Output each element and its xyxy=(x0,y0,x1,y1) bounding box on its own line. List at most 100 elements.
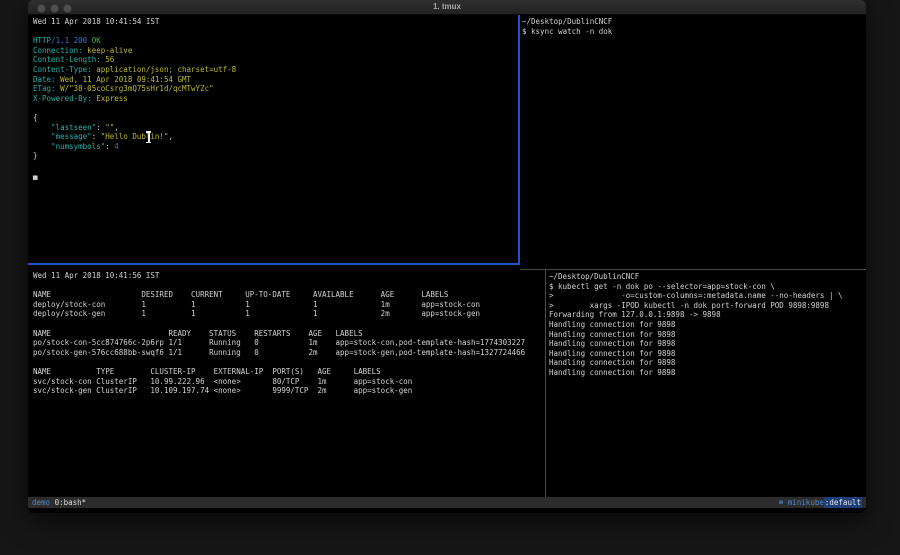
terminal-line xyxy=(33,103,523,113)
terminal-line: NAME READY STATUS RESTARTS AGE LABELS xyxy=(33,329,550,339)
terminal-text-segment: > xargs -IPOD kubectl -n dok port-forwar… xyxy=(549,301,829,310)
terminal-line xyxy=(33,161,523,171)
terminal-text-segment: : xyxy=(96,123,105,132)
terminal-line: $ kubectl get -n dok po --selector=app=s… xyxy=(549,282,869,292)
terminal-text-segment: , xyxy=(114,123,119,132)
terminal-text-segment: Handling connection for 9898 xyxy=(549,330,675,339)
text-ibeam-cursor xyxy=(148,132,150,142)
desktop-background: 1. tmux Wed 11 Apr 2018 10:41:54 ISTHTTP… xyxy=(0,0,900,555)
terminal-text-segment: { xyxy=(33,113,38,122)
terminal-text-segment: W/"38-05coCsrg3mQ75sHr1d/qcMTwYZc" xyxy=(56,84,214,93)
terminal-text-segment: /1.1 200 xyxy=(51,36,92,45)
terminal-text-segment: Express xyxy=(92,94,128,103)
terminal-text-segment: keep-alive xyxy=(83,46,133,55)
terminal-line: Handling connection for 9898 xyxy=(549,330,869,340)
terminal-text-segment: Handling connection for 9898 xyxy=(549,339,675,348)
k8s-context-label: minikube xyxy=(783,497,824,508)
terminal-text-segment: "numsymbols" xyxy=(33,142,105,151)
terminal-line: Handling connection for 9898 xyxy=(549,339,869,349)
terminal-text-segment: ETag: xyxy=(33,84,56,93)
window-title: 1. tmux xyxy=(28,2,866,11)
terminal-text-segment: : xyxy=(105,142,114,151)
terminal-text-segment: $ kubectl get -n dok po --selector=app=s… xyxy=(549,282,775,291)
terminal-text-segment: > -o=custom-columns=:metadata.name --no-… xyxy=(549,291,843,300)
terminal-text-segment: "lastseen" xyxy=(33,123,96,132)
status-left: demo 0:bash* xyxy=(32,497,86,508)
terminal-text-segment: Wed 11 Apr 2018 10:41:56 IST xyxy=(33,271,159,280)
tmux-status-bar: demo 0:bash* ☸ minikube :default xyxy=(28,497,866,508)
tmux-content: Wed 11 Apr 2018 10:41:54 ISTHTTP/1.1 200… xyxy=(28,15,866,513)
terminal-text-segment: "" xyxy=(105,123,114,132)
terminal-line: deploy/stock-con 1 1 1 1 1m app=stock-co… xyxy=(33,300,550,310)
terminal-text-segment: Handling connection for 9898 xyxy=(549,349,675,358)
terminal-line: $ ksync watch -n dok xyxy=(522,27,868,37)
terminal-line: ~/Desktop/DublinCNCF xyxy=(549,272,869,282)
terminal-line: Handling connection for 9898 xyxy=(549,368,869,378)
active-pane-border-vertical[interactable] xyxy=(518,15,520,265)
terminal-text-segment: Connection: xyxy=(33,46,83,55)
terminal-text-segment: deploy/stock-con 1 1 1 1 1m app=stock-co… xyxy=(33,300,480,309)
terminal-line xyxy=(33,27,523,37)
terminal-text-segment: Date: xyxy=(33,75,56,84)
terminal-text-segment: deploy/stock-gen 1 1 1 1 2m app=stock-ge… xyxy=(33,309,480,318)
terminal-line xyxy=(33,319,550,329)
terminal-text-segment: 4 xyxy=(114,142,119,151)
terminal-line: > xargs -IPOD kubectl -n dok port-forwar… xyxy=(549,301,869,311)
terminal-text-segment: : xyxy=(92,132,101,141)
terminal-line: ETag: W/"38-05coCsrg3mQ75sHr1d/qcMTwYZc" xyxy=(33,84,523,94)
terminal-text-segment: Content-Length: xyxy=(33,55,101,64)
pane-ksync-watch[interactable]: ~/Desktop/DublinCNCF$ ksync watch -n dok xyxy=(520,15,868,271)
terminal-text-segment: "message" xyxy=(33,132,92,141)
status-right: ☸ minikube :default xyxy=(779,497,862,508)
terminal-line: po/stock-gen-576cc688bb-swqf6 1/1 Runnin… xyxy=(33,348,550,358)
terminal-line: Forwarding from 127.0.0.1:9898 -> 9898 xyxy=(549,310,869,320)
terminal-line: ▄ xyxy=(33,171,523,181)
pane-port-forward[interactable]: ~/Desktop/DublinCNCF$ kubectl get -n dok… xyxy=(546,270,869,499)
terminal-line xyxy=(33,357,550,367)
terminal-text-segment: Handling connection for 9898 xyxy=(549,358,675,367)
window-titlebar[interactable]: 1. tmux xyxy=(28,0,866,15)
terminal-line: "lastseen": "", xyxy=(33,123,523,133)
terminal-text-segment: $ ksync watch -n dok xyxy=(522,27,612,36)
terminal-line: Content-Type: application/json; charset=… xyxy=(33,65,523,75)
terminal-line: Date: Wed, 11 Apr 2018 09:41:54 GMT xyxy=(33,75,523,85)
terminal-line: { xyxy=(33,113,523,123)
terminal-text-segment: X-Powered-By: xyxy=(33,94,92,103)
terminal-text-segment: } xyxy=(33,151,38,160)
terminal-text-segment: NAME DESIRED CURRENT UP-TO-DATE AVAILABL… xyxy=(33,290,448,299)
terminal-line: Wed 11 Apr 2018 10:41:54 IST xyxy=(33,17,523,27)
terminal-line: NAME TYPE CLUSTER-IP EXTERNAL-IP PORT(S)… xyxy=(33,367,550,377)
terminal-text-segment: svc/stock-con ClusterIP 10.99.222.96 <no… xyxy=(33,377,412,386)
terminal-text-segment: application/json; charset=utf-8 xyxy=(92,65,237,74)
terminal-line: ~/Desktop/DublinCNCF xyxy=(522,17,868,27)
terminal-text-segment: Forwarding from 127.0.0.1:9898 -> 9898 xyxy=(549,310,721,319)
terminal-line: po/stock-con-5cc874766c-2p6rp 1/1 Runnin… xyxy=(33,338,550,348)
terminal-window: 1. tmux Wed 11 Apr 2018 10:41:54 ISTHTTP… xyxy=(28,0,866,513)
terminal-text-segment: NAME TYPE CLUSTER-IP EXTERNAL-IP PORT(S)… xyxy=(33,367,381,376)
terminal-text-segment: svc/stock-gen ClusterIP 10.109.197.74 <n… xyxy=(33,386,412,395)
terminal-line: svc/stock-con ClusterIP 10.99.222.96 <no… xyxy=(33,377,550,387)
terminal-line: deploy/stock-gen 1 1 1 1 2m app=stock-ge… xyxy=(33,309,550,319)
pane-http-response[interactable]: Wed 11 Apr 2018 10:41:54 ISTHTTP/1.1 200… xyxy=(28,15,523,266)
terminal-text-segment: OK xyxy=(92,36,101,45)
terminal-line xyxy=(33,281,550,291)
terminal-line: svc/stock-gen ClusterIP 10.109.197.74 <n… xyxy=(33,386,550,396)
terminal-line: X-Powered-By: Express xyxy=(33,94,523,104)
terminal-line: Wed 11 Apr 2018 10:41:56 IST xyxy=(33,271,550,281)
terminal-line: } xyxy=(33,151,523,161)
terminal-text-segment: ▄ xyxy=(33,171,38,180)
terminal-text-segment: Handling connection for 9898 xyxy=(549,368,675,377)
terminal-line: Handling connection for 9898 xyxy=(549,320,869,330)
window-tab-current[interactable]: 0:bash* xyxy=(55,497,87,508)
pane-kubectl-get[interactable]: Wed 11 Apr 2018 10:41:56 IST NAME DESIRED… xyxy=(28,265,550,503)
terminal-text-segment: ~/Desktop/DublinCNCF xyxy=(522,17,612,26)
terminal-text-segment: po/stock-gen-576cc688bb-swqf6 1/1 Runnin… xyxy=(33,348,525,357)
terminal-text-segment: Handling connection for 9898 xyxy=(549,320,675,329)
terminal-line: Handling connection for 9898 xyxy=(549,358,869,368)
terminal-line: Content-Length: 56 xyxy=(33,55,523,65)
terminal-line: Connection: keep-alive xyxy=(33,46,523,56)
terminal-text-segment: "Hello Dublin!" xyxy=(101,132,169,141)
terminal-text-segment: Wed 11 Apr 2018 10:41:54 IST xyxy=(33,17,159,26)
terminal-line: "numsymbols": 4 xyxy=(33,142,523,152)
terminal-text-segment: ~/Desktop/DublinCNCF xyxy=(549,272,639,281)
